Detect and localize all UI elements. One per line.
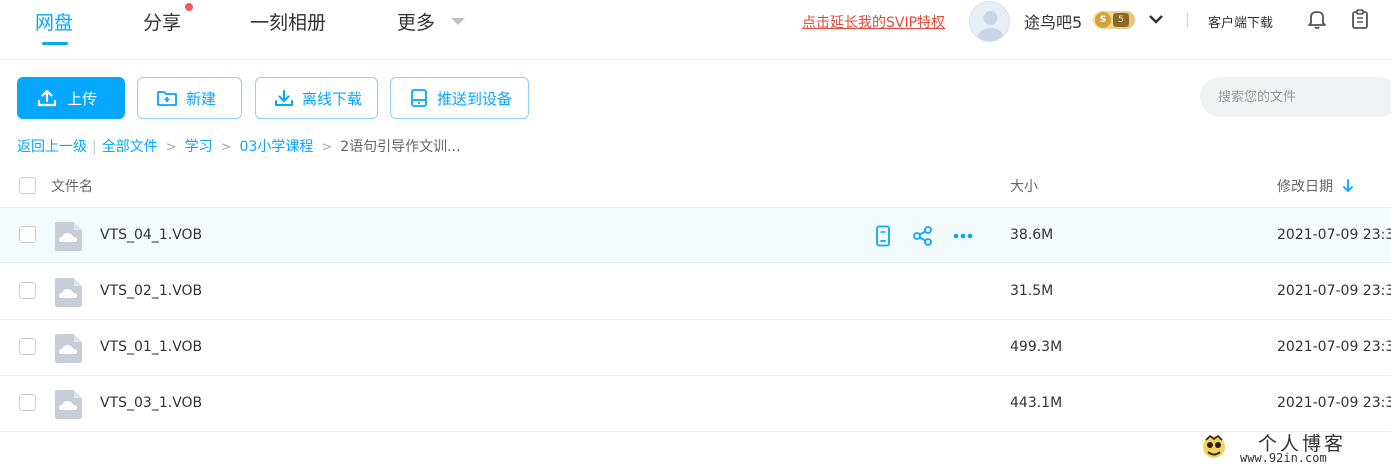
breadcrumb-current: 2语句引导作文训... [340,139,461,155]
breadcrumb: 返回上一级 | 全部文件 > 学习 >03小学课程 >2语句引导作文训... [17,136,461,156]
tab-share[interactable]: 分享 [143,8,181,35]
row-checkbox[interactable] [19,226,36,243]
upload-button[interactable]: 上传 [17,77,125,119]
row-checkbox[interactable] [19,338,36,355]
breadcrumb-separator: | [92,139,97,155]
new-label: 新建 [186,89,217,108]
svip-coin-icon: S [1095,12,1111,28]
chevron-down-icon[interactable] [451,18,465,25]
upload-icon [37,88,57,108]
new-folder-button[interactable]: 新建 [137,77,242,119]
tab-album[interactable]: 一刻相册 [250,8,326,35]
push-device-icon[interactable] [872,225,894,247]
tab-more[interactable]: 更多 [397,8,435,35]
active-tab-indicator [42,42,68,45]
top-nav: 网盘 分享 一刻相册 更多 点击延长我的SVIP特权 途鸟吧5 S 5 客户端下… [0,0,1391,60]
table-row[interactable]: VTS_03_1.VOB 443.1M 2021-07-09 23:30 [0,376,1391,432]
push-to-device-button[interactable]: 推送到设备 [390,77,529,119]
file-size: 499.3M [1010,339,1063,355]
download-icon [274,88,294,108]
video-file-icon [55,390,82,419]
file-name[interactable]: VTS_01_1.VOB [100,339,202,355]
offline-download-label: 离线下载 [302,89,363,108]
push-to-device-label: 推送到设备 [437,89,513,108]
user-menu-chevron-icon[interactable] [1147,10,1165,32]
table-row[interactable]: VTS_02_1.VOB 31.5M 2021-07-09 23:30 [0,264,1391,320]
select-all-checkbox[interactable] [19,177,36,194]
file-name[interactable]: VTS_04_1.VOB [100,227,202,243]
table-header: 文件名 大小 修改日期 [0,164,1391,206]
new-folder-icon [156,88,178,108]
username[interactable]: 途鸟吧5 [1024,9,1082,33]
sort-desc-arrow-icon[interactable] [1342,178,1354,197]
file-name[interactable]: VTS_02_1.VOB [100,283,202,299]
tab-netdisk[interactable]: 网盘 [35,8,73,35]
divider [1187,13,1188,27]
row-actions [872,225,992,247]
svip-badge: S 5 [1093,11,1135,29]
file-name[interactable]: VTS_03_1.VOB [100,395,202,411]
file-date: 2021-07-09 23:30 [1277,339,1391,355]
breadcrumb-arrow-icon: > [321,140,333,155]
file-date: 2021-07-09 23:30 [1277,395,1391,411]
video-file-icon [55,334,82,363]
breadcrumb-back-link[interactable]: 返回上一级 [17,136,87,156]
header-date[interactable]: 修改日期 [1277,176,1333,196]
svip-level: 5 [1113,13,1129,27]
offline-download-button[interactable]: 离线下载 [255,77,378,119]
row-checkbox[interactable] [19,394,36,411]
search-input[interactable] [1200,77,1391,117]
device-icon [409,88,429,108]
watermark-url: www.92in.com [1240,451,1327,465]
row-checkbox[interactable] [19,282,36,299]
file-date: 2021-07-09 23:30 [1277,283,1391,299]
clipboard-icon[interactable] [1349,8,1371,34]
more-options-icon[interactable] [952,225,974,247]
file-size: 31.5M [1010,283,1054,299]
share-icon[interactable] [912,225,934,247]
header-size[interactable]: 大小 [1010,176,1038,196]
svip-renew-link[interactable]: 点击延长我的SVIP特权 [802,12,945,32]
file-size: 443.1M [1010,395,1063,411]
breadcrumb-study[interactable]: 学习 [185,136,213,156]
bell-icon[interactable] [1306,8,1328,34]
notification-dot [185,3,193,11]
upload-label: 上传 [67,89,98,108]
video-file-icon [55,222,82,251]
header-filename[interactable]: 文件名 [51,176,93,196]
avatar[interactable] [969,1,1010,42]
breadcrumb-arrow-icon: > [220,140,232,155]
breadcrumb-all-files[interactable]: 全部文件 [102,136,158,156]
video-file-icon [55,278,82,307]
watermark-logo [1200,434,1228,468]
breadcrumb-arrow-icon: > [165,140,177,155]
client-download-link[interactable]: 客户端下载 [1208,12,1273,31]
file-size: 38.6M [1010,227,1054,243]
table-row[interactable]: VTS_04_1.VOB 38.6M 2021-07-09 23:30 [0,207,1391,263]
breadcrumb-primary-course[interactable]: 03小学课程 [240,136,314,156]
table-row[interactable]: VTS_01_1.VOB 499.3M 2021-07-09 23:30 [0,320,1391,376]
file-date: 2021-07-09 23:30 [1277,227,1391,243]
